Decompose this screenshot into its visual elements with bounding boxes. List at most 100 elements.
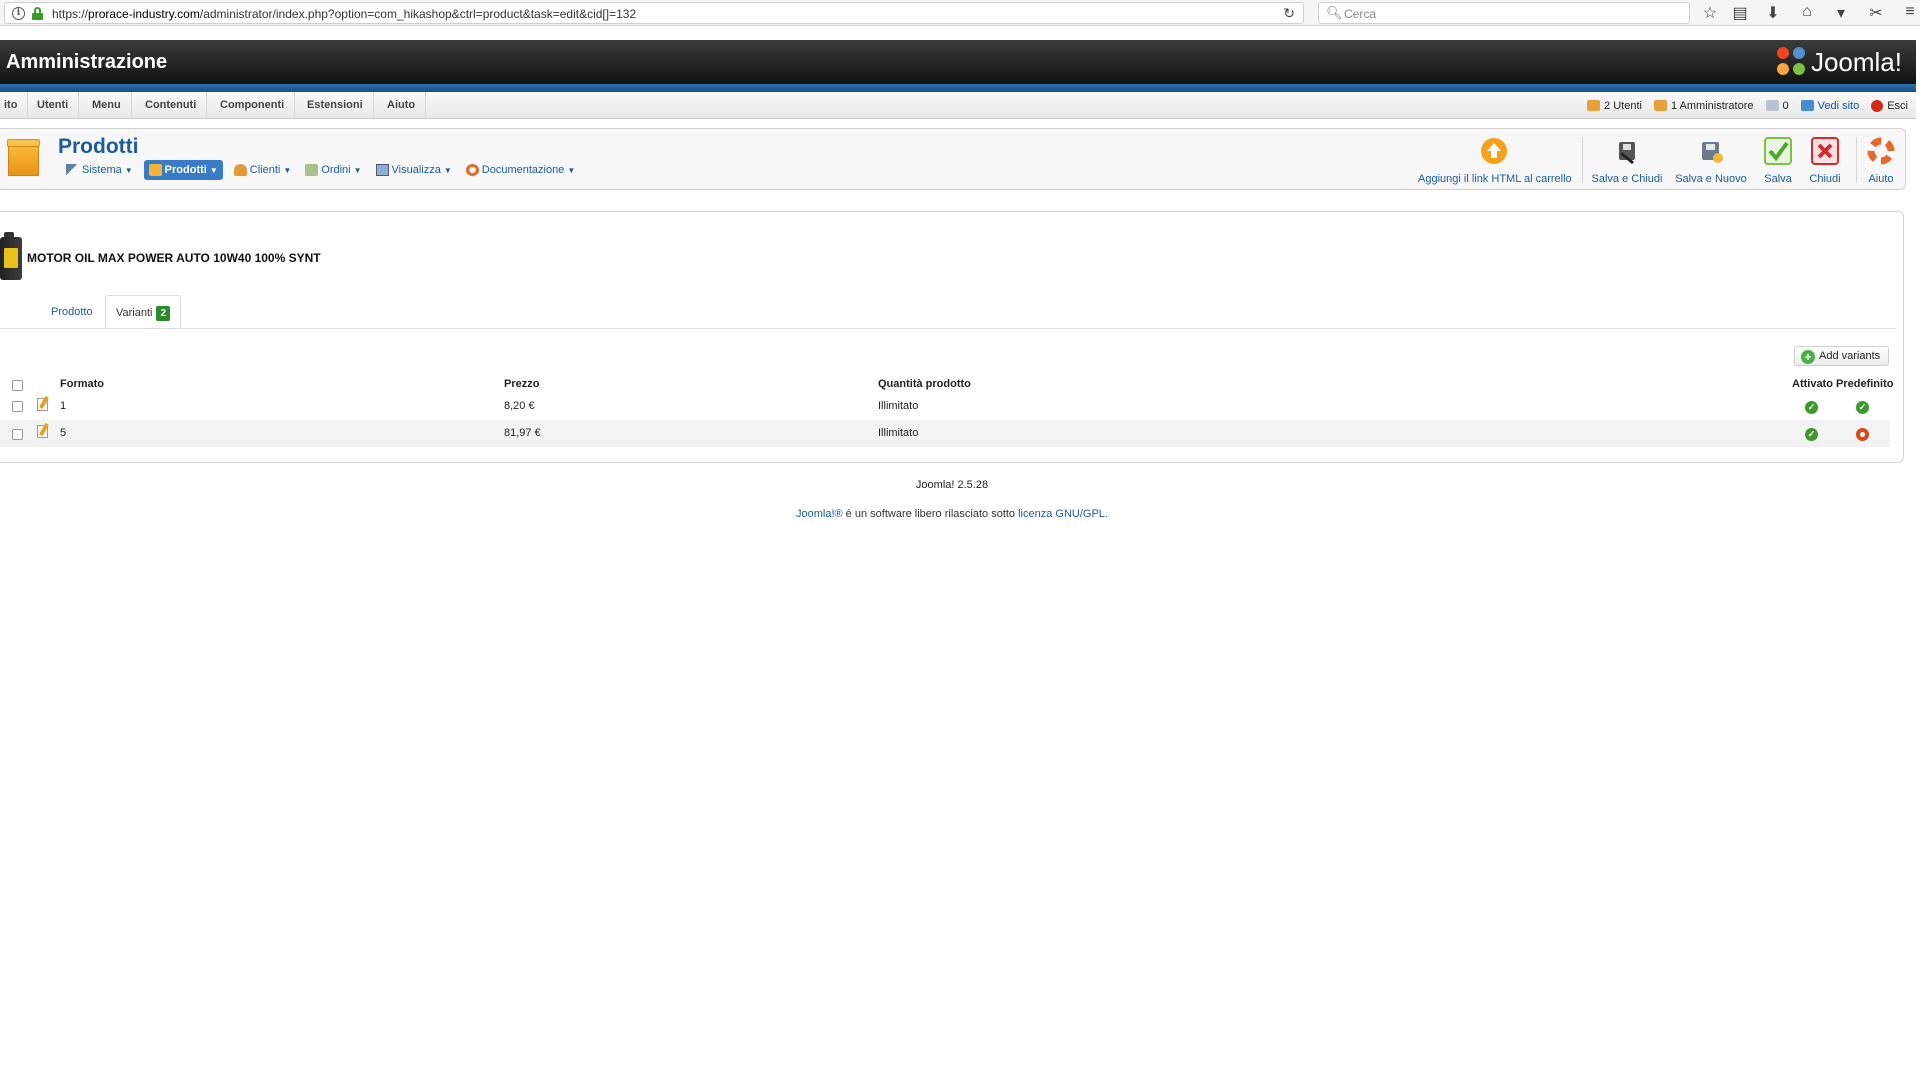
url-text[interactable]: https://prorace-industry.com/administrat… (52, 7, 636, 21)
enabled-check-icon[interactable]: ✓ (1805, 428, 1818, 441)
reload-icon[interactable]: ↻ (1283, 5, 1295, 22)
enabled-check-icon[interactable]: ✓ (1805, 401, 1818, 414)
add-cart-link-button[interactable]: Aggiungi il link HTML al carrello (1418, 137, 1572, 185)
menu-item-components[interactable]: Componenti (210, 92, 296, 119)
row-checkbox[interactable] (12, 401, 23, 412)
orders-icon (305, 164, 319, 176)
header-stripe (0, 84, 1916, 92)
bookmark-star-icon[interactable]: ☆ (1700, 3, 1720, 23)
products-component-icon (7, 139, 40, 176)
menu-item-help[interactable]: Aiuto (377, 92, 427, 119)
download-icon[interactable]: ⬇︎ (1763, 3, 1783, 23)
logout-link[interactable]: Esci (1871, 99, 1908, 112)
close-icon (1811, 137, 1839, 165)
variant-quantity: Illimitato (878, 427, 919, 439)
close-button[interactable]: Chiudi (1806, 137, 1844, 185)
menu-hamburger-icon[interactable]: ≡ (1900, 3, 1920, 21)
tab-variants[interactable]: Varianti 2 (105, 295, 182, 329)
submenu-customers[interactable]: Clienti ▼ (231, 160, 295, 180)
joomla-logo-icon (1776, 47, 1807, 77)
menu-item-site[interactable]: ito (0, 92, 29, 119)
submenu-products[interactable]: Prodotti ▼ (143, 160, 223, 180)
url-path: /administrator/index.php?option=com_hika… (199, 7, 637, 21)
default-check-icon[interactable]: ✓ (1856, 401, 1869, 414)
license-link[interactable]: licenza GNU/GPL. (1018, 508, 1108, 520)
chevron-down-icon: ▼ (209, 165, 218, 175)
url-host: prorace-industry.com (88, 7, 200, 21)
chevron-down-icon: ▼ (124, 165, 133, 175)
row-checkbox[interactable] (12, 429, 23, 440)
submenu-display[interactable]: Visualizza ▼ (373, 160, 455, 180)
page-title: Prodotti (58, 135, 139, 158)
address-bar[interactable]: i https://prorace-industry.com/administr… (4, 2, 1304, 24)
variant-quantity: Illimitato (878, 400, 919, 412)
save-close-icon (1613, 137, 1641, 165)
column-header-default[interactable]: Predefinito (1836, 378, 1893, 390)
column-header-price[interactable]: Prezzo (504, 378, 539, 390)
status-users[interactable]: 2 Utenti (1587, 100, 1642, 112)
screenshot-icon[interactable]: ✂︎ (1866, 3, 1886, 23)
submenu-system[interactable]: Sistema ▼ (63, 160, 136, 180)
chevron-down-icon: ▼ (443, 165, 452, 175)
edit-icon[interactable] (37, 422, 51, 438)
status-users-label: 2 Utenti (1604, 99, 1642, 112)
menu-item-content[interactable]: Contenuti (135, 92, 208, 119)
tools-icon (66, 164, 79, 176)
status-messages[interactable]: 0 (1765, 100, 1789, 112)
submenu-orders[interactable]: Ordini ▼ (302, 160, 364, 180)
not-default-icon[interactable] (1856, 428, 1869, 441)
chevron-down-icon: ▼ (353, 165, 362, 175)
reading-list-icon[interactable]: ▤ (1730, 3, 1750, 23)
add-variants-label: Add variants (1819, 350, 1881, 362)
add-variants-button[interactable]: + Add variants (1794, 346, 1890, 366)
column-header-quantity[interactable]: Quantità prodotto (878, 378, 971, 390)
chevron-down-icon: ▼ (567, 165, 576, 175)
column-header-enabled[interactable]: Attivato (1792, 378, 1833, 390)
variants-count-badge: 2 (156, 306, 171, 321)
users-icon (1587, 100, 1601, 111)
tab-product-label: Prodotto (51, 306, 93, 318)
browser-search-input[interactable]: 🔍︎ Cerca (1318, 2, 1690, 24)
joomla-link[interactable]: Joomla!® (796, 508, 843, 520)
column-header-format[interactable]: Formato (60, 378, 104, 390)
component-submenu: Sistema ▼ Prodotti ▼ Clienti ▼ Ordini ▼ Visu… (63, 160, 578, 180)
save-close-label: Salva e Chiudi (1591, 173, 1663, 185)
admin-icon (1653, 100, 1667, 111)
pocket-icon[interactable]: ▾ (1831, 3, 1851, 23)
license-text: è un software libero rilasciato sotto (842, 508, 1019, 520)
menu-item-users[interactable]: Utenti (27, 92, 80, 119)
toolbar-divider (1582, 137, 1583, 183)
browser-toolbar: i https://prorace-industry.com/administr… (0, 0, 1920, 26)
select-all-checkbox[interactable] (12, 380, 23, 391)
variant-format[interactable]: 1 (60, 400, 66, 412)
status-area: 2 Utenti 1 Amministratore 0 Vedi sito Es… (1587, 92, 1908, 119)
status-admins[interactable]: 1 Amministratore (1653, 99, 1754, 112)
view-site-link[interactable]: Vedi sito (1800, 100, 1859, 112)
joomla-logo: Joomla! (1776, 46, 1902, 78)
product-thumbnail[interactable] (0, 232, 22, 280)
save-button[interactable]: Salva (1760, 137, 1796, 185)
submenu-customers-label: Clienti (249, 164, 281, 176)
tab-variants-label: Varianti (116, 307, 153, 319)
tab-product[interactable]: Prodotto (41, 295, 103, 329)
info-icon[interactable]: i (12, 7, 25, 20)
admin-header: Amministrazione Joomla! (0, 40, 1916, 84)
logout-icon (1871, 99, 1884, 112)
save-close-button[interactable]: Salva e Chiudi (1590, 137, 1664, 185)
help-button[interactable]: Aiuto (1864, 137, 1898, 185)
joomla-logo-text: Joomla! (1810, 46, 1902, 77)
variant-format[interactable]: 5 (60, 427, 66, 439)
tabs-divider (0, 328, 1896, 329)
menu-item-extensions[interactable]: Estensioni (297, 92, 374, 119)
menu-item-menus[interactable]: Menu (82, 92, 132, 119)
check-icon (1764, 137, 1792, 165)
submenu-documentation[interactable]: Documentazione ▼ (463, 160, 578, 180)
save-new-button[interactable]: Salva e Nuovo (1673, 137, 1749, 185)
submenu-orders-label: Ordini (321, 164, 351, 176)
edit-icon[interactable] (37, 395, 51, 411)
content-box: MOTOR OIL MAX POWER AUTO 10W40 100% SYNT… (0, 211, 1904, 463)
home-icon[interactable]: ⌂ (1797, 3, 1817, 21)
products-icon (148, 164, 162, 176)
status-admins-label: 1 Amministratore (1670, 99, 1754, 112)
url-prefix: https:// (52, 7, 89, 21)
